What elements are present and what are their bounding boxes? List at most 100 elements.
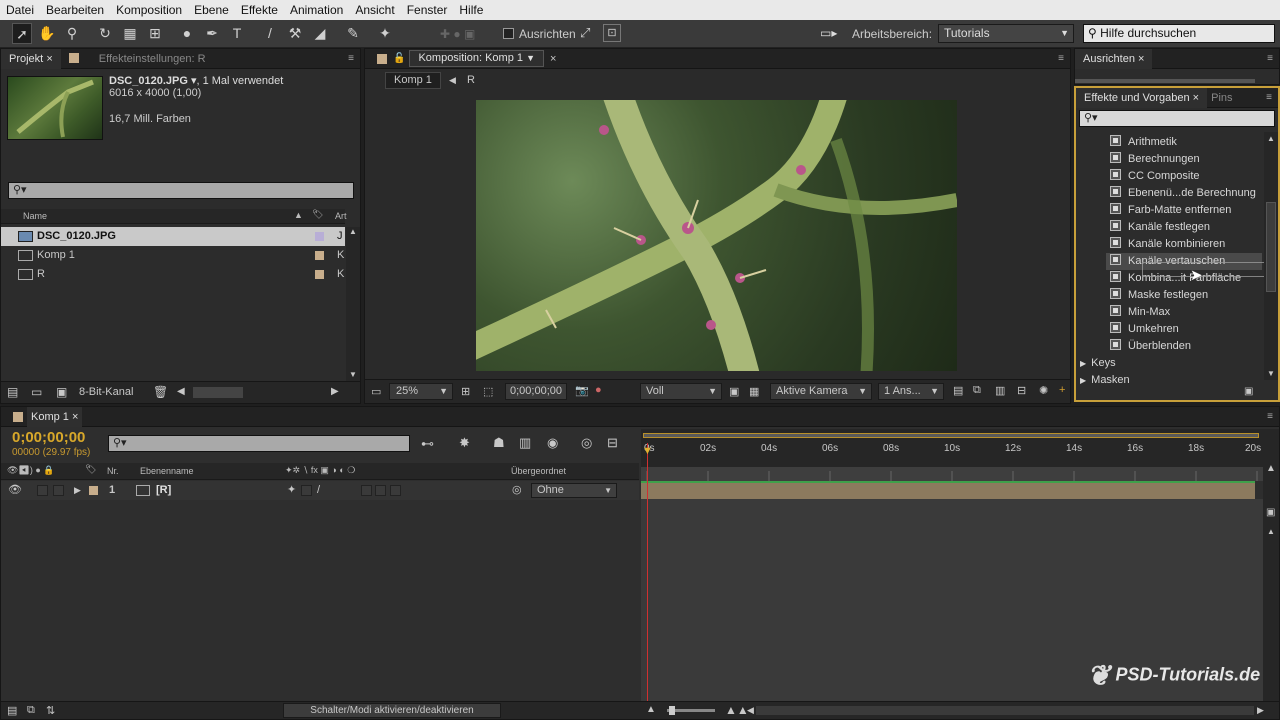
resolution-select[interactable]: Voll ▼ [640,383,722,400]
menu-bearbeiten[interactable]: Bearbeiten [40,3,110,17]
pen-tool-icon[interactable]: ✒ [202,23,222,44]
column-parent[interactable]: Übergeordnet [511,466,566,476]
exposure-icon[interactable]: ✺ [1039,384,1048,397]
effect-item-umkehren[interactable]: Umkehren [1110,321,1179,338]
timeline-layer-row[interactable]: 👁 ▶ 1 [R] ✦ / ◎ Ohne ▼ [1,481,639,500]
text-tool-icon[interactable]: T [227,23,247,44]
scroll-up-icon[interactable]: ▲ [1267,527,1275,536]
label-color-swatch[interactable] [315,232,324,241]
solo-toggle[interactable] [53,485,64,496]
menu-datei[interactable]: Datei [0,3,40,17]
panel-menu-icon[interactable]: ≡ [1266,92,1272,103]
tab-pins[interactable]: Pins [1207,88,1236,108]
puppet-tool-icon[interactable]: ✦ [375,23,395,44]
scroll-up-icon[interactable]: ▲ [1266,463,1276,474]
project-item-r[interactable]: R K [1,265,345,284]
bit-depth-label[interactable]: 8-Bit-Kanal [79,386,133,398]
magnification-icon[interactable]: ▭ [371,385,381,398]
lock-icon[interactable]: 🔓 [393,53,405,64]
axis-icon[interactable]: ⤢ [580,25,590,41]
motion-blur-switch[interactable] [390,485,401,496]
pickwhip-icon[interactable]: ◎ [512,481,522,500]
mask-visibility-icon[interactable]: ⬚ [483,385,493,398]
label-color-swatch[interactable] [315,251,324,260]
graph-editor-icon[interactable]: ⊟ [607,435,618,451]
stamp-tool-icon[interactable]: ⚒ [285,23,305,44]
scroll-right-icon[interactable]: ▶ [1257,705,1264,716]
menu-ansicht[interactable]: Ansicht [349,3,400,17]
breadcrumb-r[interactable]: R [467,74,475,86]
scroll-left-icon[interactable]: ◀ [177,386,185,397]
comp-viewer-image[interactable] [476,100,957,371]
effect-item-arithmetik[interactable]: Arithmetik [1110,134,1177,151]
parent-select[interactable]: Ohne ▼ [531,483,617,498]
scroll-down-icon[interactable]: ▼ [349,370,357,379]
new-preset-icon[interactable]: ▣ [1244,386,1253,397]
time-zoom-slider-thumb[interactable] [669,706,675,715]
flowchart-icon[interactable]: ⊟ [1017,384,1026,397]
effect-item-farb-matte[interactable]: Farb-Matte entfernen [1110,202,1231,219]
time-ruler[interactable]: 0s 02s 04s 06s 08s 10s 12s 14s 16s 18s 2… [641,429,1263,481]
region-of-interest-icon[interactable]: ▣ [729,385,739,398]
panel-menu-icon[interactable]: ≡ [348,53,354,64]
scroll-up-icon[interactable]: ▲ [349,227,357,236]
views-select[interactable]: 1 Ans... ▼ [878,383,944,400]
trash-icon[interactable]: 🗑 [153,385,168,399]
panel-menu-icon[interactable]: ≡ [1058,53,1064,64]
project-scrollbar[interactable]: ▲ ▼ [346,227,360,381]
align-panel-scrollbar[interactable] [1075,79,1255,83]
zoom-tool-icon[interactable]: ⚲ [62,23,82,44]
selection-tool-icon[interactable]: ➚ [12,23,32,44]
layer-duration-bar[interactable] [641,481,1255,499]
scroll-up-icon[interactable]: ▲ [1267,134,1275,143]
zoom-in-mountain-icon[interactable]: ▲▲ [725,703,749,717]
draft-3d-icon[interactable]: ✸ [459,435,470,451]
panel-menu-icon[interactable]: ≡ [1267,411,1273,422]
collapse-switch-icon[interactable]: ✦ [287,481,296,500]
effect-item-min-max[interactable]: Min-Max [1110,304,1170,321]
current-time-field[interactable]: 0;00;00;00 [505,383,567,400]
timeline-vertical-scrollbar[interactable]: ▲ ▣ ▲ [1263,429,1279,703]
brainstorm-icon[interactable]: ◎ [581,435,592,451]
timeline-horizontal-scrollbar[interactable] [756,706,1254,715]
camera-select[interactable]: Aktive Kamera ▼ [770,383,872,400]
rotate-tool-icon[interactable]: ↻ [95,23,115,44]
effect-item-berechnungen[interactable]: Berechnungen [1110,151,1200,168]
toggle-pixel-aspect-icon[interactable]: ▤ [953,384,963,397]
effect-item-ebenenuebergreifende[interactable]: Ebenenü...de Berechnung [1110,185,1256,202]
close-icon[interactable]: × [550,53,556,65]
label-color-swatch[interactable] [315,270,324,279]
in-out-icon[interactable]: ⇅ [46,704,55,717]
project-item-dsc[interactable]: DSC_0120.JPG J [1,227,345,246]
label-tag-icon[interactable]: 🏷 [312,209,323,220]
comp-mini-flowchart-icon[interactable]: ⊷ [421,436,434,452]
eye-icon[interactable]: 👁 [8,481,22,500]
panel-menu-icon[interactable]: ≡ [1267,53,1273,64]
column-name[interactable]: Name [23,211,47,221]
expand-arrow-icon[interactable]: ▶ [74,481,81,500]
column-type[interactable]: Art [335,211,347,221]
interpret-footage-icon[interactable]: ▤ [7,385,18,399]
tab-effects-presets[interactable]: Effekte und Vorgaben × [1076,87,1208,108]
effect-item-maske-festlegen[interactable]: Maske festlegen [1110,287,1208,304]
project-item-komp1[interactable]: Komp 1 K [1,246,345,265]
effect-group-masken[interactable]: ▶ Masken [1080,372,1130,389]
audio-toggle[interactable] [37,485,48,496]
close-icon[interactable]: × [72,411,78,423]
horizontal-scrollbar-thumb[interactable] [193,387,243,398]
menu-effekte[interactable]: Effekte [235,3,284,17]
tab-project[interactable]: Projekt × [1,48,61,69]
effects-search-input[interactable]: ⚲▾ [1079,110,1275,127]
color-channels-icon[interactable]: ● [595,384,602,396]
snap-icon[interactable]: ⊡ [603,24,621,42]
quality-switch[interactable] [301,485,312,496]
scroll-left-icon[interactable]: ◀ [747,705,754,716]
column-nr[interactable]: Nr. [107,466,119,476]
menu-hilfe[interactable]: Hilfe [453,3,489,17]
camera-tool-icon[interactable]: ▦ [120,23,140,44]
menu-ebene[interactable]: Ebene [188,3,235,17]
effect-item-kanaele-kombinieren[interactable]: Kanäle kombinieren [1110,236,1225,253]
3d-switch[interactable] [375,485,386,496]
zoom-select[interactable]: 25% ▼ [389,383,453,400]
workspace-select[interactable]: Tutorials ▼ [938,24,1074,43]
